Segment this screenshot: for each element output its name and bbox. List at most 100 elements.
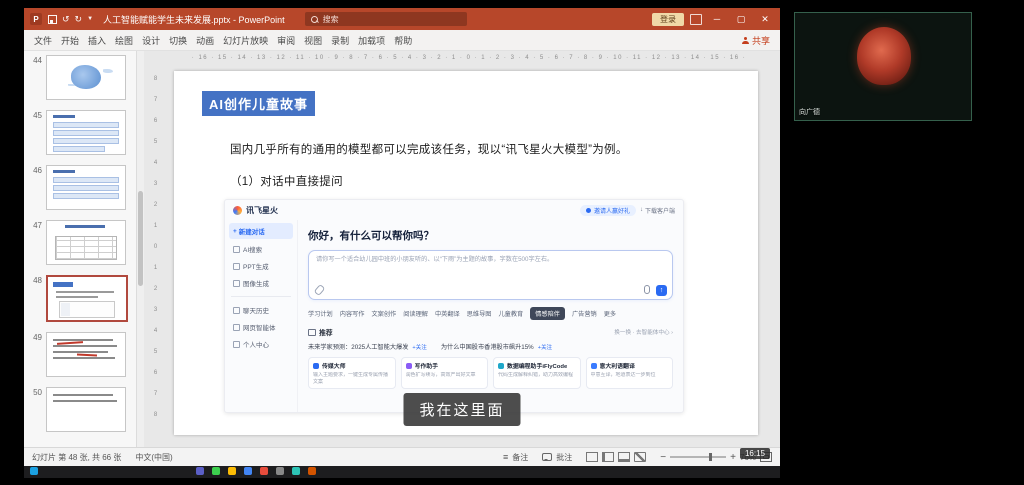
slide-sorter-view-icon[interactable] [602,452,615,462]
tab-record[interactable]: 录制 [331,34,349,47]
slide-title-textbox[interactable]: AI创作儿童故事 [202,91,316,116]
horizontal-ruler: · 16 · 15 · 14 · 13 · 12 · 11 · 10 · 9 ·… [191,55,747,61]
category-tab: 文案创作 [371,311,397,318]
slide-thumbnail-47[interactable]: 47 [27,220,133,265]
share-label: 共享 [751,35,770,46]
slide-canvas[interactable]: AI创作儿童故事 国内几乎所有的通用的模型都可以完成该任务，现以“讯飞星火大模型… [174,71,758,435]
main-work-area: 44 45 46 47 48 49 50 · 16 · 15 · 14 · 13… [24,51,780,447]
slide-number: 49 [33,333,42,342]
search-input[interactable]: 搜索 [304,12,467,26]
sign-in-button[interactable]: 登录 [652,12,684,26]
tab-design[interactable]: 设计 [142,34,160,47]
spark-recommend-header: 推荐 换一换 · 去智能体中心 › [308,327,673,337]
hot-topic-action: +关注 [537,344,553,351]
recommend-label: 推荐 [319,330,333,337]
tab-draw[interactable]: 绘图 [115,34,133,47]
spark-image-gen: 图像生成 [229,276,293,290]
taskbar-app-icon[interactable] [308,467,316,475]
notes-toggle[interactable]: ≡ 备注 [503,452,528,463]
agent-card: 传媒大师 输入主题要求，一键生成专属传播文案 [308,357,396,389]
taskbar-app-icon[interactable] [292,467,300,475]
participant-name-label: 向广德 [799,109,820,116]
spark-input-placeholder: 请你写一个适合幼儿园中班的小朋友听的、以“下雨”为主题的故事，字数在500字左右… [316,256,554,263]
agent-title: 传媒大师 [322,364,346,370]
spark-ppt-gen: PPT生成 [229,259,293,273]
zoom-out-button[interactable]: − [660,452,666,463]
start-button[interactable] [30,467,38,475]
close-button[interactable]: ✕ [756,12,774,27]
search-placeholder: 搜索 [322,14,339,24]
taskbar-app-icon[interactable] [196,467,204,475]
slide-thumbnail-image[interactable] [46,387,126,432]
minimize-button[interactable]: ─ [708,12,726,26]
zoom-slider-thumb[interactable] [709,453,713,461]
plus-icon: + [233,227,237,235]
slide-counter: 幻灯片 第 48 张, 共 66 张 [32,452,122,462]
slide-number: 48 [33,276,42,285]
maximize-button[interactable]: ▢ [732,12,750,27]
taskbar-app-icon[interactable] [212,467,220,475]
send-icon: ↑ [656,285,667,296]
tab-slideshow[interactable]: 幻灯片放映 [223,34,268,47]
tab-review[interactable]: 审阅 [277,34,295,47]
recommend-more-link: 换一换 · 去智能体中心 › [614,330,673,336]
sidebar-label: 个人中心 [243,342,269,349]
tab-transitions[interactable]: 切换 [169,34,187,47]
spark-screenshot-image[interactable]: 讯飞星火 邀请人赢好礼 ↓ 下载客户端 + 新建对话 AI搜索 PPT生成 图像… [224,199,684,413]
taskbar-app-icon[interactable] [276,467,284,475]
slide-thumbnail-image[interactable] [46,275,128,322]
slide-thumbnail-46[interactable]: 46 [27,165,133,210]
zoom-slider[interactable] [670,453,727,461]
tab-view[interactable]: 视图 [304,34,322,47]
slide-thumbnail-44[interactable]: 44 [27,55,133,100]
comments-toggle[interactable]: 批注 [542,452,572,463]
undo-icon[interactable]: ↺ [62,14,70,25]
tab-file[interactable]: 文件 [34,34,52,47]
reading-view-icon[interactable] [618,452,631,462]
agent-title: 数据编程助手iFlyCode [507,364,568,370]
tab-home[interactable]: 开始 [61,34,79,47]
tab-help[interactable]: 帮助 [394,34,412,47]
slide-thumbnail-50[interactable]: 50 [27,387,133,432]
live-caption-overlay: 我在这里面 [403,393,521,426]
spark-main-panel: 你好，有什么可以帮你吗？ 请你写一个适合幼儿园中班的小朋友听的、以“下雨”为主题… [298,220,683,412]
taskbar-app-icon[interactable] [260,467,268,475]
powerpoint-app-icon: P [30,13,42,25]
redo-icon[interactable]: ↻ [75,14,83,25]
slide-thumbnail-45[interactable]: 45 [27,110,133,155]
slide-paragraph-textbox[interactable]: 国内几乎所有的通用的模型都可以完成该任务，现以“讯飞星火大模型”为例。 [230,141,628,157]
slide-thumbnail-49[interactable]: 49 [27,332,133,377]
share-button[interactable]: 共享 [741,34,770,47]
slide-thumbnail-image[interactable] [46,220,126,265]
save-icon[interactable] [48,14,57,24]
comments-icon [542,453,553,461]
agent-desc: 代码生成解释纠错，助力高效编程 [498,372,574,378]
ribbon-display-options-icon[interactable] [690,13,702,25]
slide-thumbnail-image[interactable] [46,110,126,155]
tab-addins[interactable]: 加载项 [358,34,385,47]
category-tab: 学习计划 [308,311,333,318]
tab-insert[interactable]: 插入 [88,34,106,47]
taskbar-app-icon[interactable] [228,467,236,475]
slide-thumbnail-48-selected[interactable]: 48 [27,275,133,322]
hot-topic-action: +关注 [412,344,427,351]
language-indicator[interactable]: 中文(中国) [135,452,172,463]
hot-topic-text: 为什么中国股市香港股市飙升15% [440,344,534,351]
normal-view-icon[interactable] [586,452,599,462]
tab-animations[interactable]: 动画 [196,34,214,47]
hot-topic: 为什么中国股市香港股市飙升15% +关注 [441,342,552,351]
webcam-video-tile[interactable]: 向广德 [794,12,972,121]
slide-thumbnail-image[interactable] [46,55,126,100]
slideshow-view-icon[interactable] [634,452,647,462]
taskbar-app-icon[interactable] [244,467,252,475]
slide-thumbnail-image[interactable] [46,332,126,377]
spark-category-tabs: 学习计划 内容写作 文案创作 阅读理解 中英翻译 思维导图 儿童教育 情感陪伴 … [308,307,673,320]
search-mini-icon [233,245,240,253]
scrollbar-thumb[interactable] [138,191,143,286]
agent-card: 数据编程助手iFlyCode 代码生成解释纠错，助力高效编程 [493,357,581,389]
thumbnail-scrollbar[interactable] [137,51,144,447]
qat-customize-chevron-icon[interactable]: ▼ [87,16,93,22]
zoom-in-button[interactable]: + [730,452,736,463]
slide-subpoint-textbox[interactable]: （1）对话中直接提问 [230,173,343,189]
slide-thumbnail-image[interactable] [46,165,126,210]
